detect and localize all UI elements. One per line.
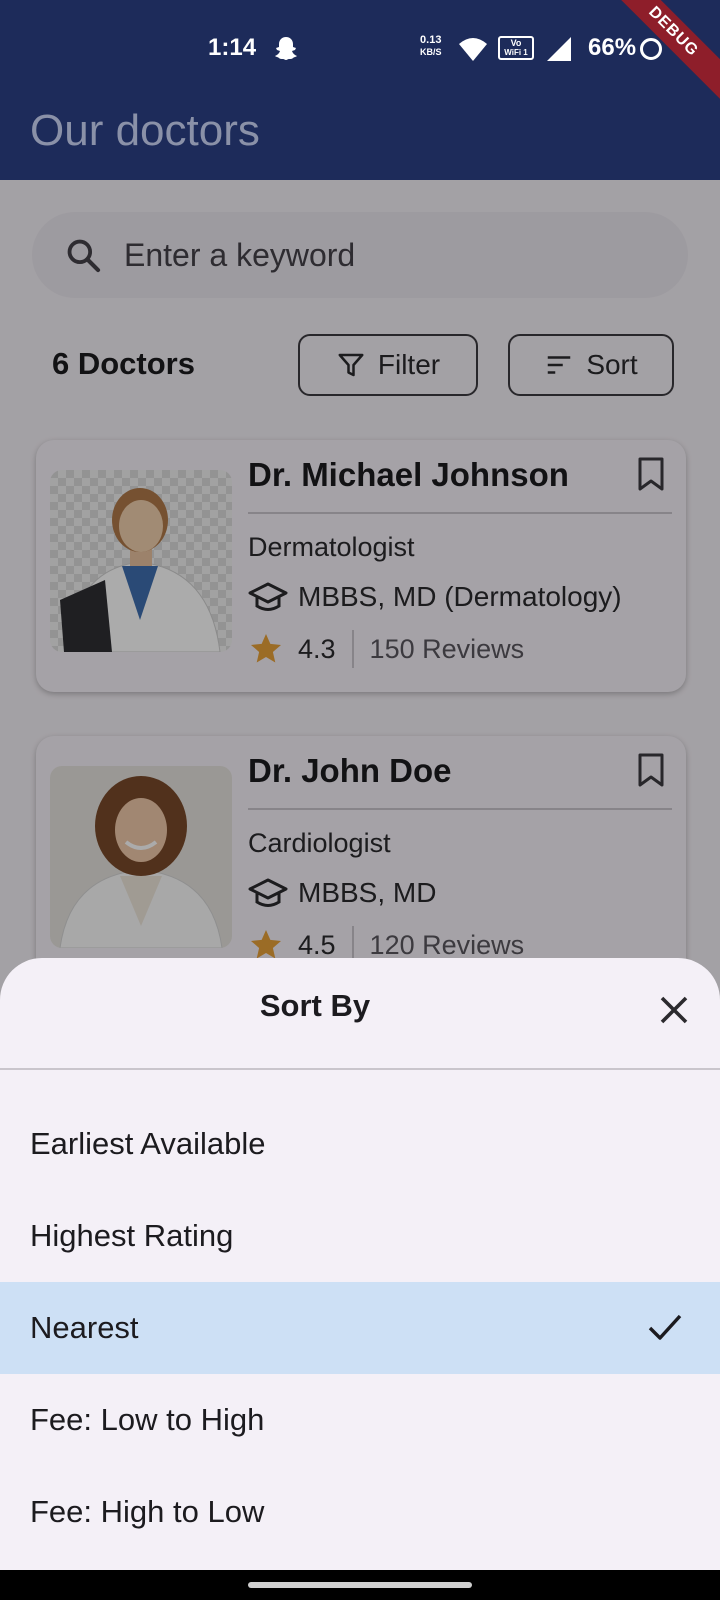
sort-option-label: Fee: High to Low [30,1494,265,1529]
check-icon [648,1314,682,1340]
network-speed-value: 0.13 [420,34,442,46]
sheet-title: Sort By [259,988,371,1023]
close-icon[interactable] [656,992,692,1028]
system-nav-bar [0,1570,720,1600]
battery-icon [640,38,662,60]
status-time: 1:14 [208,34,257,61]
sort-option-highest-rating[interactable]: Highest Rating [0,1190,720,1282]
network-speed-unit: KB/S [420,47,442,57]
signal-icon [547,37,571,61]
sort-option-label: Fee: Low to High [30,1402,265,1437]
page-title: Our doctors [30,106,260,155]
sort-option-earliest-available[interactable]: Earliest Available [0,1098,720,1190]
vowifi-line2: WiFi 1 [504,48,528,57]
vowifi-line1: Vo [510,38,522,48]
sort-bottom-sheet: Sort By Earliest Available Highest Ratin… [0,958,720,1570]
sort-option-label: Nearest [30,1310,139,1345]
battery-percent: 66% [588,34,637,61]
network-speed: 0.13 KB/S [420,34,442,58]
home-gesture-handle[interactable] [248,1582,472,1588]
vowifi-icon: Vo WiFi 1 [498,36,534,60]
wifi-icon [459,38,487,61]
sort-option-label: Earliest Available [30,1126,266,1161]
sort-option-fee-low-to-high[interactable]: Fee: Low to High [0,1374,720,1466]
divider [0,1068,720,1070]
sort-option-label: Highest Rating [30,1218,234,1253]
sort-option-fee-high-to-low[interactable]: Fee: High to Low [0,1466,720,1558]
status-bar: 1:14 0.13 KB/S Vo WiFi 1 66% [0,0,720,98]
sort-option-nearest[interactable]: Nearest [0,1282,720,1374]
snapchat-icon [275,37,297,60]
